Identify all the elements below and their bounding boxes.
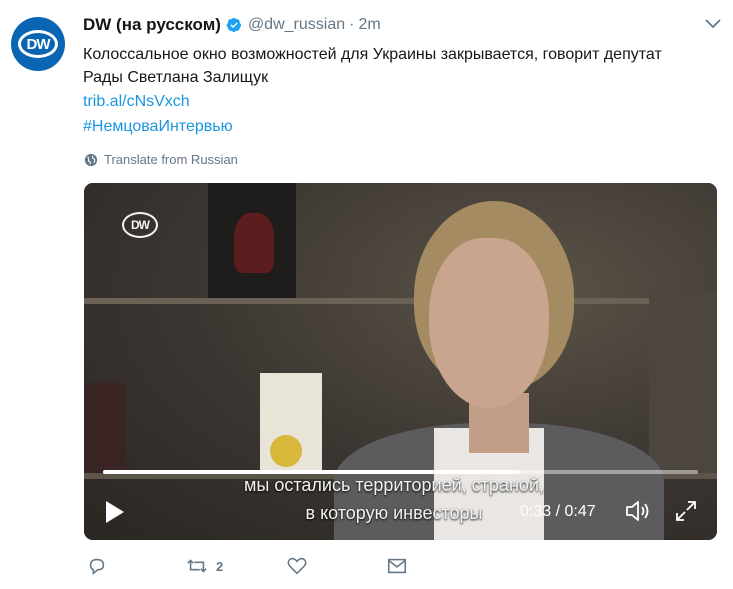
like-button[interactable]: [286, 555, 308, 577]
play-icon[interactable]: [104, 499, 126, 525]
retweet-count: 2: [216, 558, 224, 574]
dw-logo-icon: DW: [18, 30, 58, 58]
book: [84, 383, 126, 473]
tweet-text-line1: Колоссальное окно возможностей для Украи…: [83, 46, 662, 63]
envelope-icon: [387, 558, 407, 574]
video-scrubber-progress: [103, 470, 520, 474]
tweet-actions: 2: [84, 555, 444, 581]
video-player[interactable]: DW мы остались территорией, страной, в к…: [84, 183, 717, 540]
volume-icon[interactable]: [624, 499, 652, 523]
retweet-button[interactable]: 2: [186, 555, 223, 577]
globe-icon: [84, 153, 98, 166]
handle[interactable]: @dw_russian: [248, 16, 345, 34]
picture-frame: [649, 293, 717, 473]
fullscreen-icon[interactable]: [674, 499, 698, 523]
avatar[interactable]: DW: [11, 17, 65, 71]
verified-badge-icon: [226, 18, 241, 32]
chevron-down-icon[interactable]: [705, 18, 721, 30]
video-controls: 0:33 / 0:47: [84, 489, 717, 533]
person-face: [429, 238, 549, 408]
dw-watermark-icon: DW: [122, 212, 158, 238]
tweet: DW DW (на русском) @dw_russian · 2m Коло…: [0, 0, 733, 589]
retweet-icon: [187, 559, 207, 573]
reply-icon: [89, 558, 105, 575]
reply-button[interactable]: [86, 555, 108, 577]
direct-message-button[interactable]: [386, 555, 408, 577]
tweet-text-line2: Рады Светлана Залищук: [83, 69, 269, 86]
tweet-link[interactable]: trib.al/cNsVxch: [83, 93, 190, 111]
tweet-header: DW (на русском) @dw_russian · 2m: [83, 14, 381, 36]
hashtag-link[interactable]: #НемцоваИнтервью: [83, 118, 233, 136]
shelf: [84, 298, 717, 304]
video-time: 0:33 / 0:47: [520, 503, 596, 520]
timestamp[interactable]: 2m: [358, 16, 380, 34]
translate-button[interactable]: Translate from Russian: [84, 152, 238, 167]
translate-label: Translate from Russian: [104, 152, 238, 167]
heart-icon: [287, 557, 307, 575]
tweet-text: Колоссальное окно возможностей для Украи…: [83, 43, 723, 89]
separator-dot: ·: [349, 16, 355, 33]
video-scrubber[interactable]: [103, 470, 698, 474]
display-name[interactable]: DW (на русском): [83, 15, 221, 35]
decor-ball: [270, 435, 302, 467]
book-cover-art: [234, 213, 274, 273]
